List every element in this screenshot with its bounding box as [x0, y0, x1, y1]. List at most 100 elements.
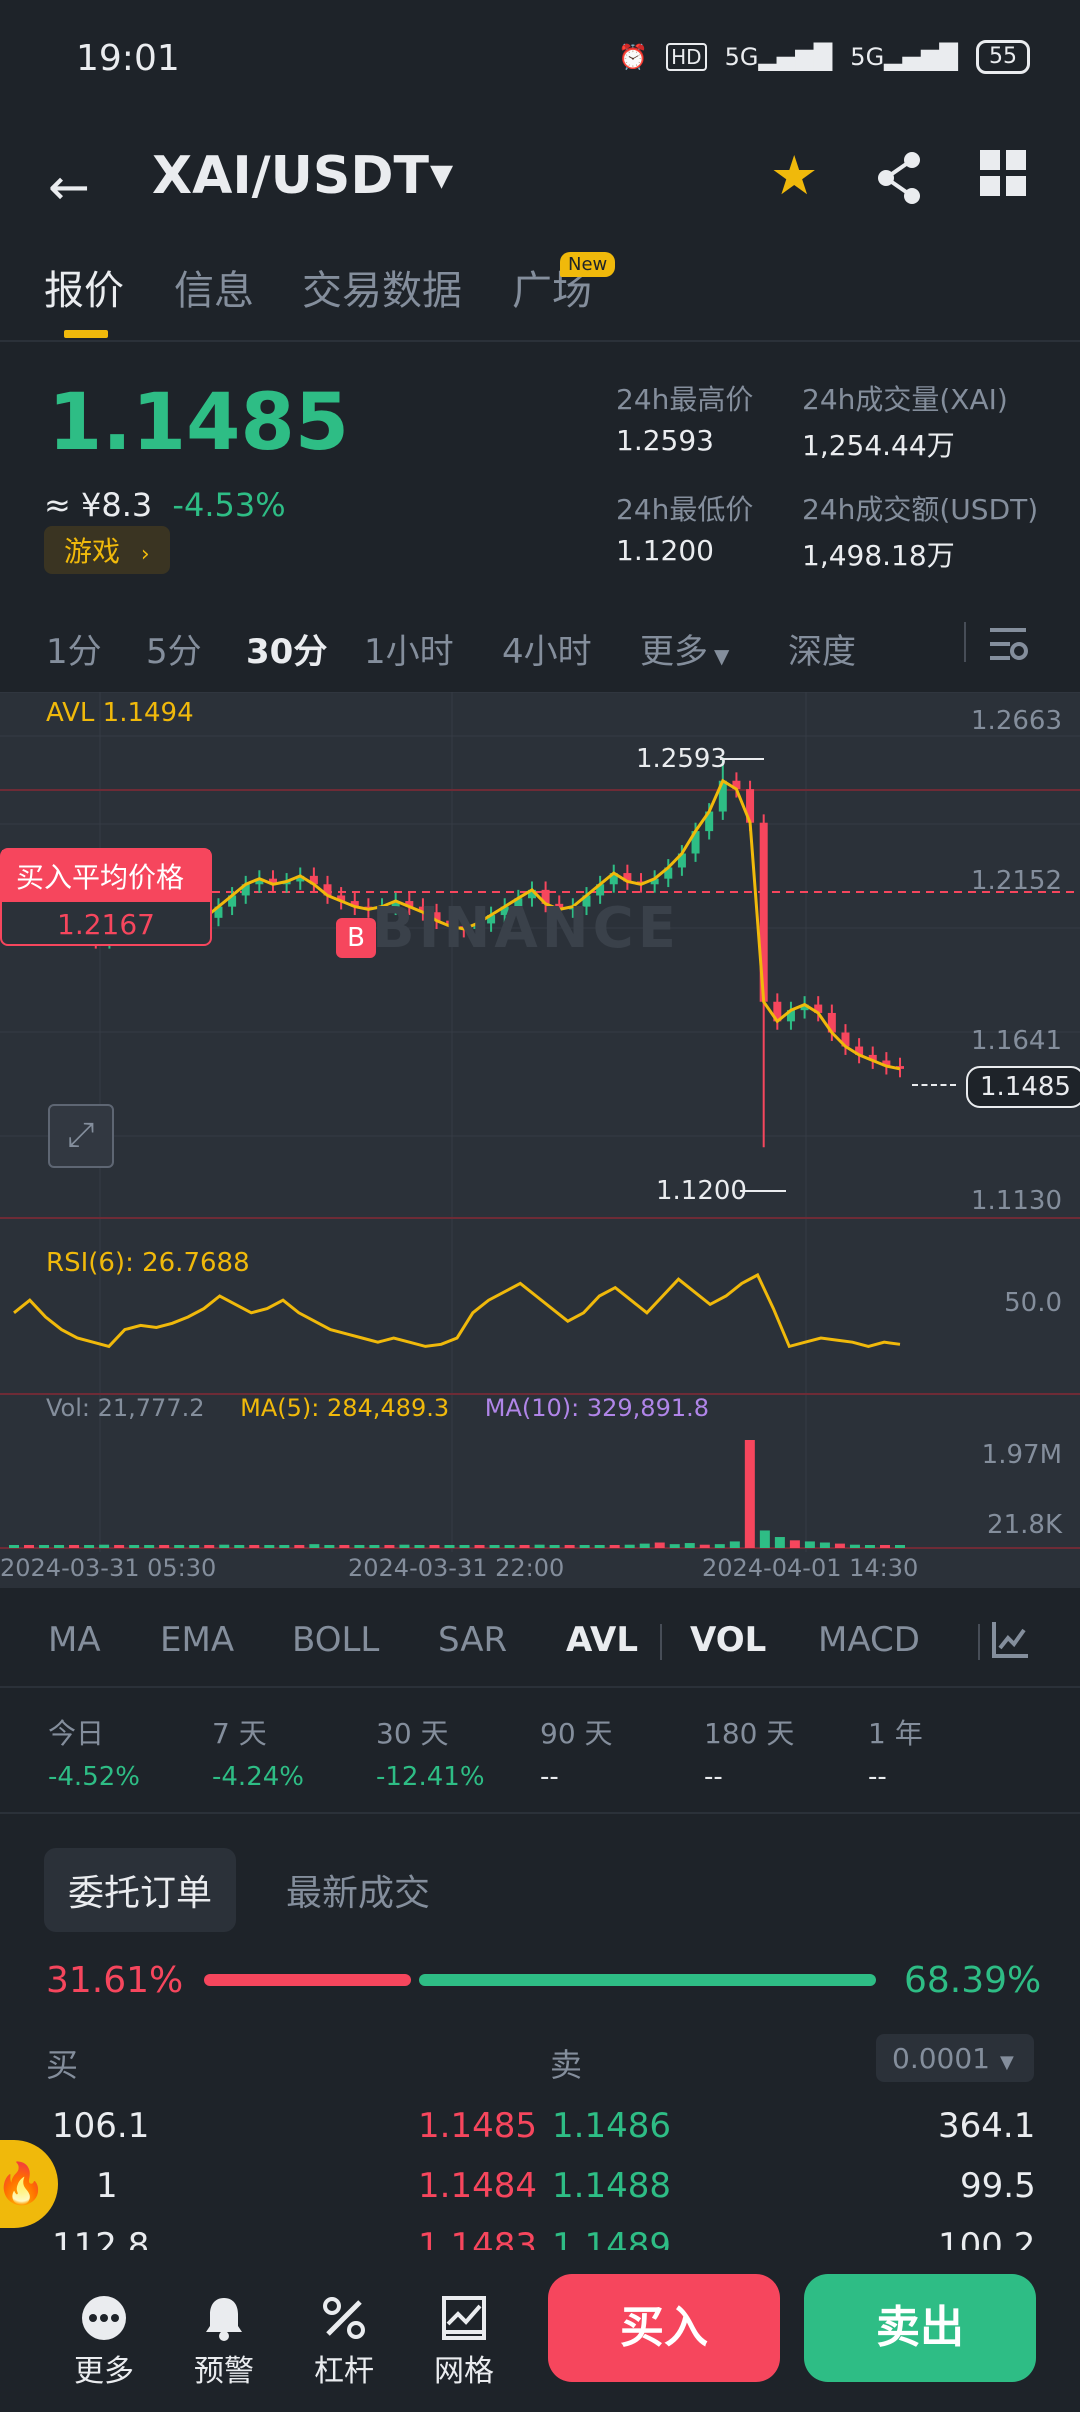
indicator-boll[interactable]: BOLL — [292, 1620, 379, 1660]
volume-bar — [804, 1541, 815, 1548]
volume-bar — [369, 1545, 380, 1548]
tab-latest-trades[interactable]: 最新成交 — [286, 1864, 430, 1916]
volume-bar — [504, 1545, 515, 1548]
volume-bar — [444, 1545, 455, 1548]
nav-more[interactable]: 更多 — [54, 2294, 154, 2390]
back-arrow-icon[interactable]: ← — [48, 158, 90, 216]
divider — [0, 340, 1080, 342]
rsi-label: RSI(6): 26.7688 — [46, 1248, 250, 1278]
precision-select[interactable]: 0.0001 ▼ — [876, 2034, 1034, 2082]
hd-icon: HD — [666, 43, 707, 71]
signal-5g-2-icon: 5G▂▄▆█ — [850, 43, 958, 71]
volume-bar — [594, 1545, 605, 1548]
buy-marker[interactable]: B — [336, 918, 376, 958]
perf-label-1y: 1 年 — [868, 1717, 923, 1750]
ask-price[interactable]: 1.1488 — [552, 2166, 671, 2206]
volume-bar — [129, 1545, 140, 1548]
x-tick: 2024-03-31 05:30 — [0, 1554, 217, 1582]
indicator-settings-icon[interactable] — [990, 1620, 1030, 1660]
perf-label-30d: 30 天 — [376, 1717, 449, 1750]
price-subline: ≈ ¥8.3 -4.53% — [44, 486, 286, 524]
sell-button[interactable]: 卖出 — [804, 2274, 1036, 2382]
volume-bar — [474, 1545, 485, 1548]
volume-bar — [879, 1545, 890, 1548]
chart-settings-icon[interactable] — [988, 626, 1028, 662]
alarm-icon: ⏰ — [618, 43, 649, 71]
current-price-line — [912, 1084, 956, 1086]
fire-icon[interactable]: 🔥 — [0, 2140, 58, 2228]
interval-5m[interactable]: 5分 — [146, 624, 202, 673]
volume-bar — [189, 1545, 200, 1548]
nav-alert[interactable]: 预警 — [174, 2294, 274, 2390]
sell-ratio: 68.39% — [904, 1960, 1042, 2001]
volume-bar — [654, 1542, 665, 1548]
tab-order-book[interactable]: 委托订单 — [44, 1848, 237, 1932]
volume-bar — [699, 1544, 710, 1548]
buy-average-box: 买入平均价格 1.2167 — [0, 848, 212, 946]
buy-button[interactable]: 买入 — [548, 2274, 780, 2382]
price-change: -4.53% — [172, 486, 286, 524]
status-icons: ⏰ HD 5G▂▄▆█ 5G▂▄▆█ 55 — [618, 40, 1030, 74]
volume-bar — [234, 1545, 245, 1548]
indicator-sar[interactable]: SAR — [438, 1620, 507, 1660]
perf-value-90d: -- — [540, 1762, 559, 1792]
nav-leverage[interactable]: 杠杆 — [294, 2294, 394, 2390]
status-bar: 19:01 ⏰ HD 5G▂▄▆█ 5G▂▄▆█ 55 — [0, 0, 1080, 120]
divider — [0, 1686, 1080, 1688]
low-value: 1.1200 — [616, 534, 714, 567]
volume-bar — [174, 1545, 185, 1548]
volume-bar — [489, 1545, 500, 1548]
indicator-ema[interactable]: EMA — [160, 1620, 234, 1660]
interval-4h[interactable]: 4小时 — [502, 624, 592, 673]
low-label: 24h最低价 — [616, 493, 754, 526]
tab-trade-data[interactable]: 交易数据 — [302, 258, 462, 316]
interval-1h[interactable]: 1小时 — [364, 624, 454, 673]
volume-bar — [99, 1544, 110, 1548]
volume-bar — [219, 1544, 230, 1548]
interval-depth[interactable]: 深度 — [788, 624, 856, 673]
tab-info[interactable]: 信息 — [174, 258, 254, 316]
volume-bar — [324, 1545, 335, 1548]
indicator-avl[interactable]: AVL — [566, 1620, 638, 1660]
avl-label: AVL 1.1494 — [46, 698, 194, 728]
interval-30m[interactable]: 30分 — [246, 624, 327, 673]
header: ← XAI/USDT ▼ ★ — [0, 130, 1080, 230]
price-cny: ≈ ¥8.3 — [44, 486, 153, 524]
last-price: 1.1485 — [48, 378, 349, 468]
indicator-ma[interactable]: MA — [48, 1620, 101, 1660]
volume-bar — [309, 1544, 320, 1548]
perf-value-today: -4.52% — [48, 1762, 140, 1792]
bid-price[interactable]: 1.1484 — [418, 2166, 537, 2206]
interval-1m[interactable]: 1分 — [46, 624, 102, 673]
buy-ratio-bar — [204, 1974, 411, 1986]
volume-bar — [249, 1545, 260, 1548]
x-tick: 2024-04-01 14:30 — [702, 1554, 919, 1582]
pair-title[interactable]: XAI/USDT — [152, 146, 429, 206]
grid-menu-icon[interactable] — [980, 150, 1026, 196]
share-icon[interactable] — [874, 150, 924, 206]
bid-price[interactable]: 1.1485 — [418, 2106, 537, 2146]
indicator-macd[interactable]: MACD — [818, 1620, 920, 1660]
nav-grid[interactable]: 网格 — [414, 2294, 514, 2390]
volume-bar — [84, 1545, 95, 1548]
interval-more[interactable]: 更多 ▼ — [640, 624, 729, 673]
favorite-star-icon[interactable]: ★ — [770, 144, 818, 207]
category-tag[interactable]: 游戏 › — [44, 526, 170, 574]
ask-price[interactable]: 1.1486 — [552, 2106, 671, 2146]
volume-bar — [204, 1545, 215, 1548]
indicator-vol[interactable]: VOL — [690, 1620, 766, 1660]
volume-bar — [834, 1543, 845, 1548]
buy-average-value: 1.2167 — [57, 908, 155, 941]
fullscreen-expand-icon[interactable]: ⤢ — [48, 1104, 114, 1168]
kline-chart[interactable]: AVL 1.1494 1.2663 1.2152 1.1641 1.1130 B… — [0, 692, 1080, 1588]
signal-5g-icon: 5G▂▄▆█ — [724, 43, 833, 71]
current-price-tag[interactable]: 1.1485 — [966, 1066, 1080, 1108]
ask-header: 卖 — [550, 2046, 583, 2084]
bid-qty: 1 — [96, 2166, 118, 2206]
caret-down-icon[interactable]: ▼ — [430, 158, 453, 193]
divider — [978, 1624, 980, 1660]
kline-chart-svg[interactable] — [0, 692, 1080, 1588]
volume-bar — [9, 1545, 19, 1548]
tab-quote[interactable]: 报价 — [44, 258, 124, 316]
volume-bar — [729, 1541, 740, 1548]
